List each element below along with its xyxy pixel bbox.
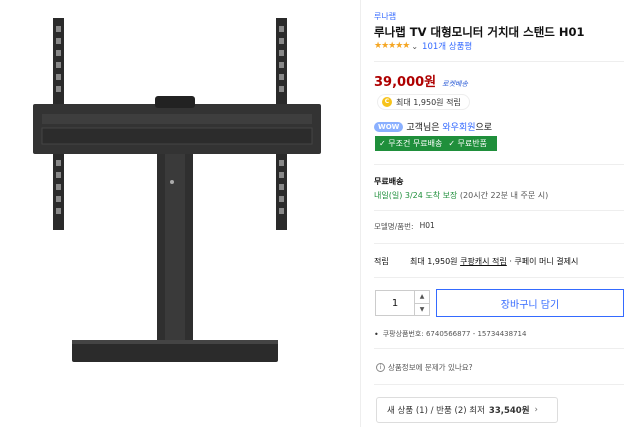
product-image[interactable] [0,0,360,427]
benefit-row: 적립 최대 1,950원 쿠팡캐시 적립 · 쿠페이 머니 결제시 [374,256,578,267]
model-label: 모델명/품번: [374,222,414,231]
add-to-cart-button[interactable]: 장바구니 담기 [436,289,624,317]
bullet: • [374,329,379,339]
benefit-label: 적립 [374,257,389,266]
benefit-prefix: 최대 1,950원 [410,257,458,266]
quantity-input[interactable]: 1 [376,291,415,315]
chevron-right-icon: › [534,405,538,415]
product-title: 루나랩 TV 대형모니터 거치대 스탠드 H01 [374,25,585,39]
wow-member-link[interactable]: 와우회원 [442,120,475,133]
rating-row: ★★★★★ ⌄ 101개 상품평 [374,40,472,52]
free-return-text: ✓ 무료반품 [448,139,487,148]
quantity-stepper[interactable]: 1 ▲ ▼ [375,290,430,316]
wow-text-suffix: 으로 [475,123,493,133]
divider [374,61,624,62]
review-count-link[interactable]: 101개 상품평 [422,40,472,52]
wow-badge: WOW [374,121,404,132]
wow-row: WOW 고객님은 와우회원 으로 [374,120,492,133]
chevron-up-icon[interactable]: ▲ [415,291,429,304]
price-row: 39,000원 로켓배송 [374,71,468,90]
divider [374,164,624,165]
benefit-suffix: · 쿠페이 머니 결제시 [509,257,579,266]
report-issue-text[interactable]: 상품정보에 문제가 있나요? [388,362,473,373]
brand-link[interactable]: 루나랩 [374,11,396,22]
product-id-value: 6740566877 - 15734438714 [425,330,527,338]
divider [374,348,624,349]
coin-icon: C [382,97,392,107]
rocket-delivery-badge: 로켓배송 [442,80,468,88]
offers-text: 새 상품 (1) / 반품 (2) 최저 [387,406,485,416]
offers-price: 33,540원 [488,406,530,416]
product-id-row: • 쿠팡상품번호: 6740566877 - 15734438714 [374,329,526,339]
arrival-note: (20시간 22분 내 주문 시) [459,191,549,200]
cash-reward-text: 최대 1,950원 적립 [396,97,461,107]
chevron-down-icon[interactable]: ▼ [415,304,429,316]
price: 39,000원 [374,75,437,90]
product-info-panel: 루나랩 루나랩 TV 대형모니터 거치대 스탠드 H01 ★★★★★ ⌄ 101… [374,0,624,427]
other-offers-button[interactable]: 새 상품 (1) / 반품 (2) 최저 33,540원 › [376,397,558,423]
tv-stand-illustration [33,18,321,362]
star-rating-icon: ★★★★★ [374,41,410,51]
report-issue-link[interactable]: i 상품정보에 문제가 있나요? [376,362,473,373]
divider [374,210,624,211]
vertical-divider [360,0,361,427]
cash-reward-pill: C 최대 1,950원 적립 [377,94,470,110]
free-shipping-banner: ✓ 무조건 무료배송 ✓ 무료반품 [375,136,497,151]
info-icon: i [376,363,385,372]
arrival-date: 내일(일) 3/24 [374,191,423,200]
model-value: H01 [419,221,435,230]
product-id-label: 쿠팡상품번호: [382,330,424,338]
shipping-label: 무료배송 [374,177,404,186]
free-shipping-text: ✓ 무조건 무료배송 [379,139,443,148]
model-row: 모델명/품번: H01 [374,221,435,232]
divider [374,243,624,244]
arrival-guarantee: 도착 보장 [425,191,458,200]
wow-text-prefix: 고객님은 [406,123,440,133]
shipping-date: 내일(일) 3/24 도착 보장 (20시간 22분 내 주문 시) [374,190,548,201]
quantity-arrows: ▲ ▼ [415,291,429,315]
divider [374,277,624,278]
divider [374,384,624,385]
chevron-down-icon[interactable]: ⌄ [411,42,418,51]
coupang-cash-link[interactable]: 쿠팡캐시 적립 [460,256,507,267]
